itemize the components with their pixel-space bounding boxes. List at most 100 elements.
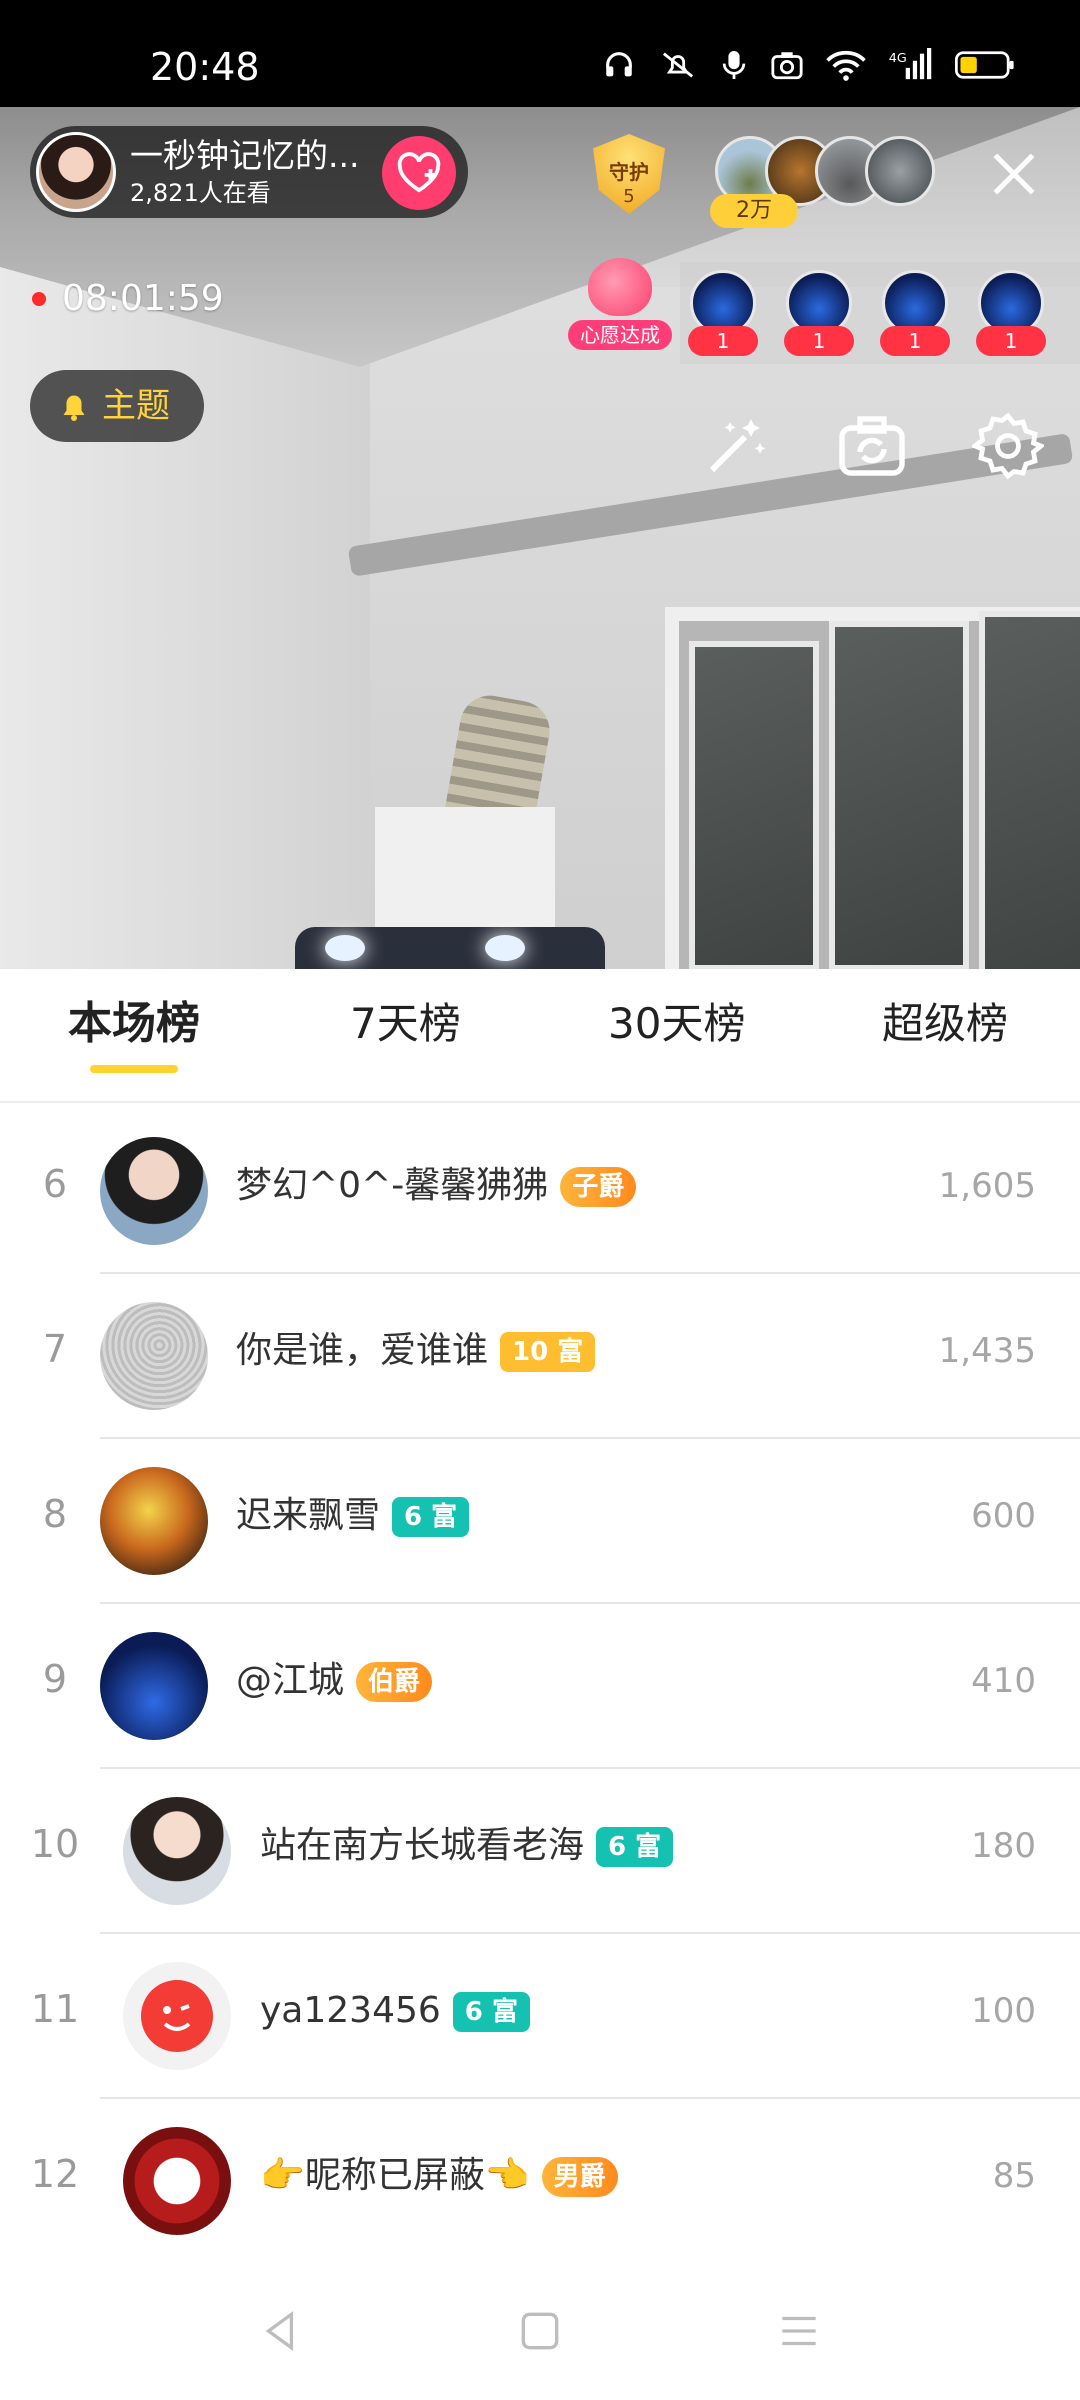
close-button[interactable] [986,146,1042,202]
user-score: 1,605 [938,1166,1036,1206]
back-button[interactable] [256,2306,306,2356]
tab-30-days[interactable]: 30天榜 [608,999,745,1049]
row-rank: 10 [30,1822,80,1866]
settings-button[interactable] [970,410,1046,482]
live-video[interactable] [0,107,1080,969]
recording-dot [32,292,46,306]
wish-label: 心愿达成 [568,320,672,350]
anchor-avatar[interactable] [36,132,116,212]
row-rank: 6 [42,1162,68,1206]
wealth-badge: 10 富 [500,1332,596,1372]
leaderboard-row[interactable]: 11 ya123456 6 富 100 [0,1934,1080,2099]
user-avatar[interactable] [100,1467,208,1575]
wish-complete-badge[interactable]: 心愿达成 [568,258,672,354]
leaderboard-row[interactable]: 6 梦幻^0^-馨馨狒狒 子爵 1,605 [0,1109,1080,1274]
follow-button[interactable] [382,136,456,210]
rank-badge: 1 [976,326,1046,356]
user-avatar[interactable] [123,1797,231,1905]
active-tab-indicator [90,1065,178,1073]
rank-badge: 1 [784,326,854,356]
row-rank: 11 [30,1987,80,2031]
tab-super[interactable]: 超级榜 [882,999,1008,1049]
home-button[interactable] [515,2306,565,2356]
user-name-text: 你是谁，爱谁谁 [236,1330,489,1371]
user-score: 600 [971,1496,1036,1536]
theme-label: 主题 [102,386,170,426]
user-score: 1,435 [938,1331,1036,1371]
user-name: 迟来飘雪 6 富 [236,1493,470,1539]
gear-icon [970,412,1046,480]
svg-text:4G: 4G [889,51,907,66]
user-name: 👉昵称已屏蔽👈 男爵 [260,2153,618,2199]
rank-title-badge: 子爵 [560,1167,637,1207]
leaderboard-row[interactable]: 7 你是谁，爱谁谁 10 富 1,435 [0,1274,1080,1439]
live-duration: 08:01:59 [62,278,224,319]
user-avatar[interactable] [123,1962,231,2070]
user-name-text: 👉昵称已屏蔽👈 [260,2155,530,2196]
user-name: 你是谁，爱谁谁 10 富 [236,1328,596,1374]
bell-icon [63,395,85,421]
gift-rank-strip[interactable]: 1 1 1 1 [680,262,1080,364]
user-avatar[interactable] [100,1302,208,1410]
tab-7-days[interactable]: 7天榜 [350,999,461,1049]
guard-count: 5 [623,186,635,207]
user-avatar[interactable] [100,1137,208,1245]
wealth-badge: 6 富 [392,1497,470,1537]
system-nav-bar [0,2262,1080,2400]
guard-badge[interactable]: 守护 5 [585,130,673,218]
mic-icon [722,51,746,79]
status-bar: 20:48 4G [0,0,1080,107]
leaderboard-row[interactable]: 10 站在南方长城看老海 6 富 180 [0,1769,1080,1934]
fans-count[interactable]: 2万 [710,194,798,228]
user-avatar[interactable] [123,2127,231,2235]
signal-icon: 4G [889,48,932,80]
leaderboard-row[interactable]: 9 @江城 伯爵 410 [0,1604,1080,1769]
camera-icon [771,52,803,80]
heart-icon [588,258,652,316]
leaderboard-row[interactable]: 12 👉昵称已屏蔽👈 男爵 85 [0,2099,1080,2264]
silent-icon [662,52,694,78]
user-name: 梦幻^0^-馨馨狒狒 子爵 [236,1163,637,1209]
beauty-button[interactable] [700,410,772,482]
recents-button[interactable] [774,2306,824,2356]
rank-avatar[interactable]: 1 [688,270,758,358]
flip-camera-button[interactable] [836,410,908,482]
user-score: 180 [971,1826,1036,1866]
row-rank: 8 [42,1492,68,1536]
heart-plus-icon [397,152,441,193]
camera-flip-icon [839,416,905,476]
leaderboard-sheet: 本场榜 7天榜 30天榜 超级榜 6 梦幻^0^-馨馨狒狒 子爵 1,605 7 … [0,969,1080,2400]
theme-button[interactable]: 主题 [30,370,204,442]
video-scene-box [375,807,555,947]
rank-avatar[interactable]: 1 [880,270,950,358]
user-name-text: 站在南方长城看老海 [260,1825,585,1866]
leaderboard-row[interactable]: 8 迟来飘雪 6 富 600 [0,1439,1080,1604]
user-avatar[interactable] [100,1632,208,1740]
leaderboard-tabs: 本场榜 7天榜 30天榜 超级榜 [0,969,1080,1103]
rank-avatar[interactable]: 1 [976,270,1046,358]
close-icon [993,153,1035,195]
user-name-text: ya123456 [260,1990,441,2031]
row-rank: 12 [30,2152,80,2196]
guard-label: 守护 [609,160,649,184]
menu-icon [782,2316,816,2346]
video-scene-light [295,927,605,969]
rank-avatar[interactable]: 1 [784,270,854,358]
fan-avatar[interactable] [865,136,935,206]
default-avatar-icon [141,1980,213,2052]
wifi-icon [826,50,866,81]
anchor-info[interactable]: 一秒钟记忆的... 2,821人在看 [30,126,468,218]
wealth-badge: 6 富 [452,1992,530,2032]
user-name-text: @江城 [236,1660,345,1701]
home-icon [521,2312,559,2350]
rank-title-badge: 伯爵 [356,1662,433,1702]
battery-icon [955,51,1014,79]
row-rank: 9 [42,1657,68,1701]
user-name: @江城 伯爵 [236,1658,433,1704]
rank-title-badge: 男爵 [541,2157,618,2197]
tab-current-session[interactable]: 本场榜 [68,999,200,1049]
rank-badge: 1 [880,326,950,356]
user-name: 站在南方长城看老海 6 富 [260,1823,674,1869]
live-room-screen: { "status_bar": { "time": "20:48" }, "li… [0,0,1080,2400]
magic-wand-icon [709,419,766,473]
